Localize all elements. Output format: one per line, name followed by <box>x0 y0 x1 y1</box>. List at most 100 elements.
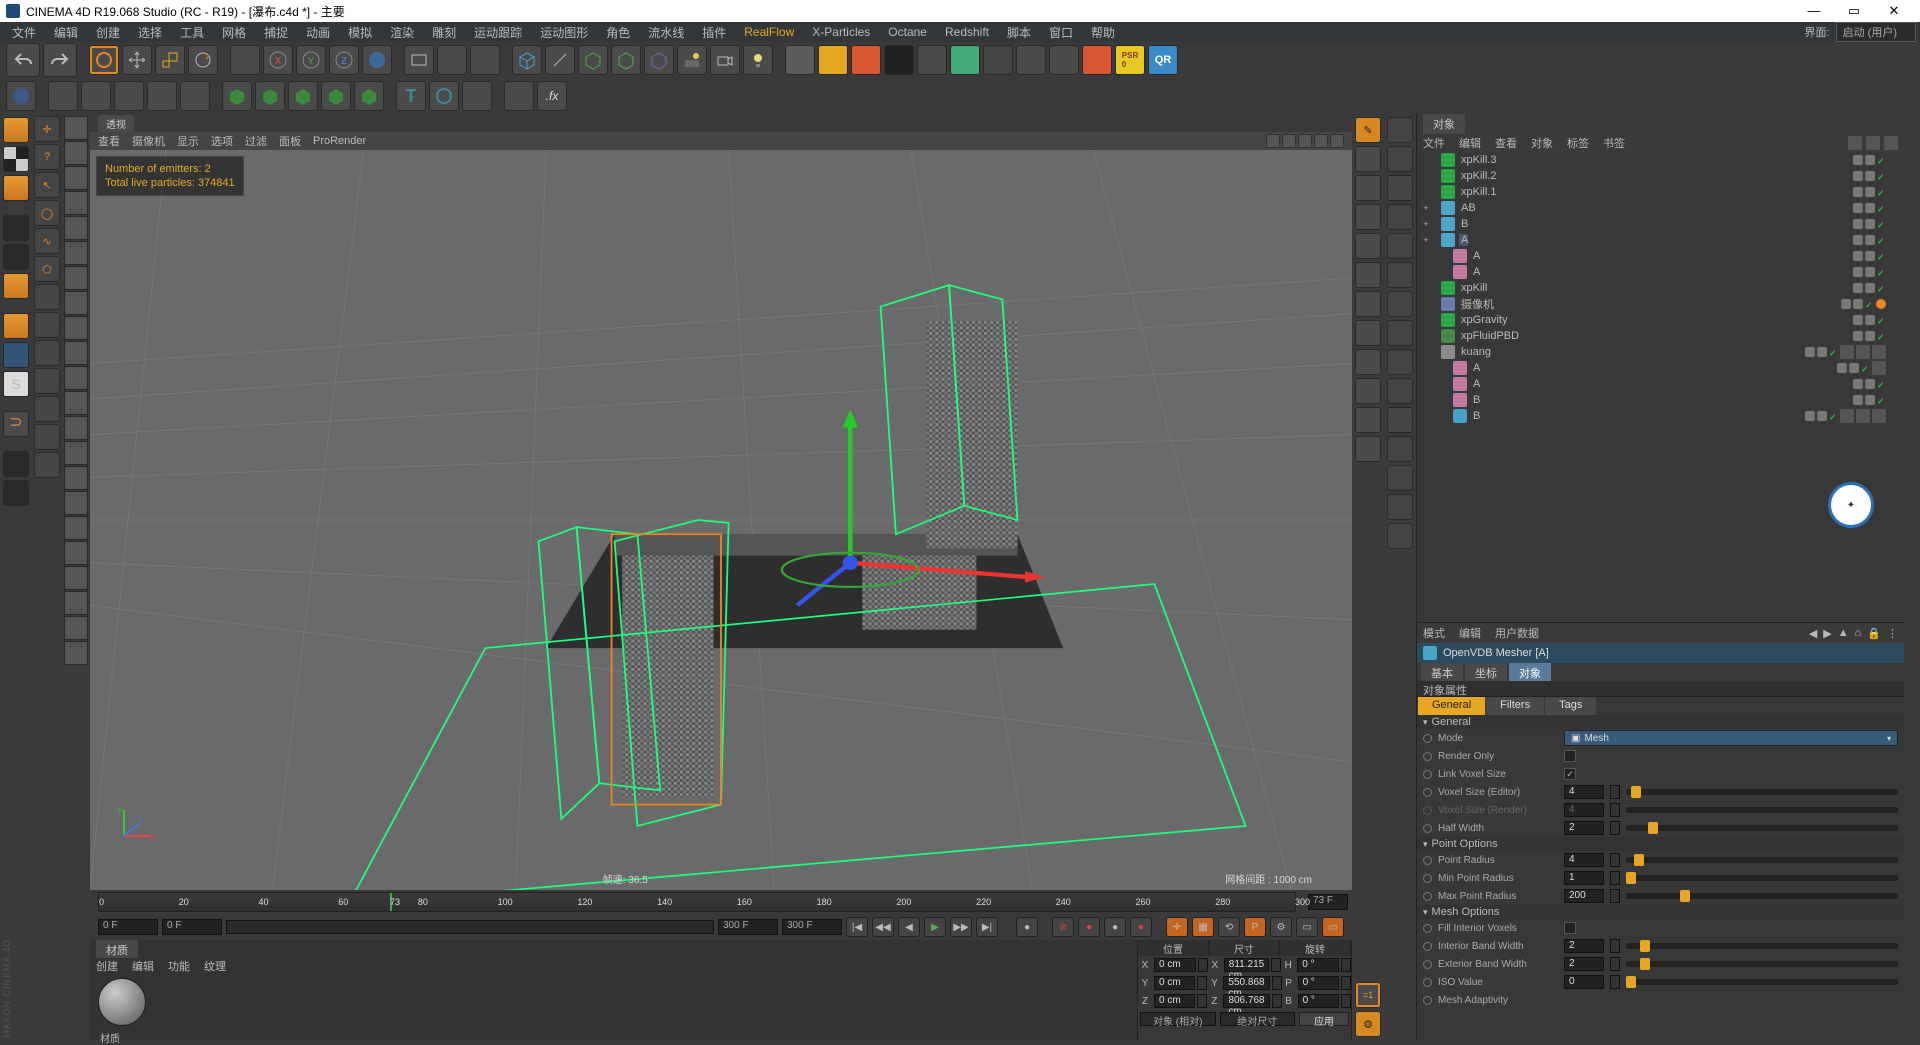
object-tree[interactable]: xpKill.3✓xpKill.2✓xpKill.1✓+AB✓+B✓+A✓A✓A… <box>1417 152 1904 622</box>
anim-mode-6[interactable]: ▭ <box>1296 917 1318 937</box>
iso-input[interactable]: 0 <box>1564 975 1604 989</box>
plugin-btn-5[interactable] <box>917 45 947 75</box>
view-nav-2[interactable] <box>1282 134 1296 148</box>
obj-menu-对象[interactable]: 对象 <box>1531 135 1553 151</box>
voxel-editor-slider[interactable] <box>1626 789 1898 795</box>
timeline[interactable]: 0204060738010012014016018020022024026028… <box>90 890 1352 914</box>
text-tool-button[interactable]: T <box>396 81 426 111</box>
layout-selector[interactable]: 启动 (用户) <box>1836 22 1916 42</box>
object-row[interactable]: A✓ <box>1417 360 1904 376</box>
palette-swatch[interactable] <box>64 366 88 390</box>
object-row[interactable]: 摄像机✓ <box>1417 296 1904 312</box>
tool-12[interactable] <box>34 424 60 450</box>
menu-网格[interactable]: 网格 <box>214 22 254 43</box>
menu-渲染[interactable]: 渲染 <box>382 22 422 43</box>
view-nav-4[interactable] <box>1314 134 1328 148</box>
rail2-btn[interactable] <box>1387 117 1413 143</box>
anim-mode-2[interactable]: ▦ <box>1192 917 1214 937</box>
plugin-btn-10[interactable] <box>1082 45 1112 75</box>
range-start[interactable]: 0 F <box>98 919 158 935</box>
obj-menu-标签[interactable]: 标签 <box>1567 135 1589 151</box>
min-point-slider[interactable] <box>1626 875 1898 881</box>
cursor-cross-icon[interactable]: ✛ <box>34 116 60 142</box>
menu-Octane[interactable]: Octane <box>880 23 935 41</box>
voxel-editor-input[interactable]: 4 <box>1564 785 1604 799</box>
menu-工具[interactable]: 工具 <box>172 22 212 43</box>
obj-filter-icon[interactable] <box>1866 136 1880 150</box>
rail2-btn[interactable] <box>1387 291 1413 317</box>
menu-模拟[interactable]: 模拟 <box>340 22 380 43</box>
current-frame[interactable]: 73 F <box>1308 894 1348 910</box>
redo-button[interactable] <box>43 43 77 77</box>
tool-7[interactable] <box>34 284 60 310</box>
fill-interior-checkbox[interactable] <box>1564 922 1576 934</box>
min-point-spinner[interactable] <box>1610 871 1620 885</box>
polygon-mode-button[interactable] <box>3 273 29 299</box>
attr-lock-icon[interactable]: 🔒 <box>1867 627 1881 640</box>
attr-menu-user[interactable]: 用户数据 <box>1495 625 1539 641</box>
plugin-btn-psr[interactable]: PSR0 <box>1115 45 1145 75</box>
subtab-general[interactable]: General <box>1418 697 1485 715</box>
rail1-d[interactable] <box>1355 204 1381 230</box>
object-row[interactable]: A✓ <box>1417 248 1904 264</box>
tool-9[interactable] <box>34 340 60 366</box>
edit-button[interactable] <box>6 81 36 111</box>
edge-mode-button[interactable] <box>3 244 29 270</box>
axis-priority-icon[interactable]: =1 <box>1355 982 1381 1008</box>
palette-swatch[interactable] <box>64 316 88 340</box>
rail1-i[interactable] <box>1355 349 1381 375</box>
rail1-f[interactable] <box>1355 262 1381 288</box>
axis-z-toggle[interactable]: Z <box>329 45 359 75</box>
view-nav-1[interactable] <box>1266 134 1280 148</box>
timeline-ruler[interactable]: 0204060738010012014016018020022024026028… <box>98 892 1296 912</box>
menu-RealFlow[interactable]: RealFlow <box>736 23 802 41</box>
palette-swatch[interactable] <box>64 616 88 640</box>
recent-tool-button[interactable] <box>230 45 260 75</box>
palette-swatch[interactable] <box>64 416 88 440</box>
menu-插件[interactable]: 插件 <box>694 22 734 43</box>
rail2-btn[interactable] <box>1387 146 1413 172</box>
object-row[interactable]: xpGravity✓ <box>1417 312 1904 328</box>
object-row[interactable]: xpKill.3✓ <box>1417 152 1904 168</box>
circle-tool-button[interactable] <box>429 81 459 111</box>
menu-帮助[interactable]: 帮助 <box>1083 22 1123 43</box>
attr-tab-object[interactable]: 对象 <box>1509 663 1551 681</box>
mat-menu-纹理[interactable]: 纹理 <box>204 958 226 974</box>
mat-menu-创建[interactable]: 创建 <box>96 958 118 974</box>
view-nav-3[interactable] <box>1298 134 1312 148</box>
menu-运动跟踪[interactable]: 运动跟踪 <box>466 22 530 43</box>
attr-menu-icon[interactable]: ⋮ <box>1887 627 1898 640</box>
timeline-button[interactable] <box>147 81 177 111</box>
palette-swatch[interactable] <box>64 441 88 465</box>
render-only-checkbox[interactable] <box>1564 750 1576 762</box>
settings-gear-icon[interactable]: ⚙ <box>1355 1011 1381 1037</box>
palette-swatch[interactable] <box>64 491 88 515</box>
mode-dropdown[interactable]: ▣Mesh <box>1564 730 1898 746</box>
minimize-button[interactable]: — <box>1794 0 1834 22</box>
move-button[interactable] <box>122 45 152 75</box>
range-start2[interactable]: 0 F <box>162 919 222 935</box>
attr-nav-fwd[interactable]: ▶ <box>1823 627 1831 640</box>
camera-button[interactable] <box>710 45 740 75</box>
texture-mode-button[interactable] <box>3 146 29 172</box>
coord-input[interactable]: 0 ° <box>1297 958 1339 972</box>
rail2-btn[interactable] <box>1387 262 1413 288</box>
coord-size-select[interactable]: 绝对尺寸 <box>1220 1012 1296 1026</box>
go-start-button[interactable]: |◀ <box>846 917 868 937</box>
render-settings-button[interactable] <box>470 45 500 75</box>
half-width-spinner[interactable] <box>1610 821 1620 835</box>
object-row[interactable]: xpKill.1✓ <box>1417 184 1904 200</box>
attr-nav-up[interactable]: ▲ <box>1838 627 1849 640</box>
exterior-band-spinner[interactable] <box>1610 957 1620 971</box>
rail2-btn[interactable] <box>1387 233 1413 259</box>
render-region-button[interactable] <box>437 45 467 75</box>
object-row[interactable]: B✓ <box>1417 392 1904 408</box>
menu-流水线[interactable]: 流水线 <box>640 22 692 43</box>
voxel-editor-spinner[interactable] <box>1610 785 1620 799</box>
view-menu-查看[interactable]: 查看 <box>98 133 120 149</box>
rail1-k[interactable] <box>1355 407 1381 433</box>
coord-input[interactable]: 0 ° <box>1298 994 1339 1008</box>
obj-menu-编辑[interactable]: 编辑 <box>1459 135 1481 151</box>
obj-search-icon[interactable] <box>1848 136 1862 150</box>
palette-swatch[interactable] <box>64 641 88 665</box>
